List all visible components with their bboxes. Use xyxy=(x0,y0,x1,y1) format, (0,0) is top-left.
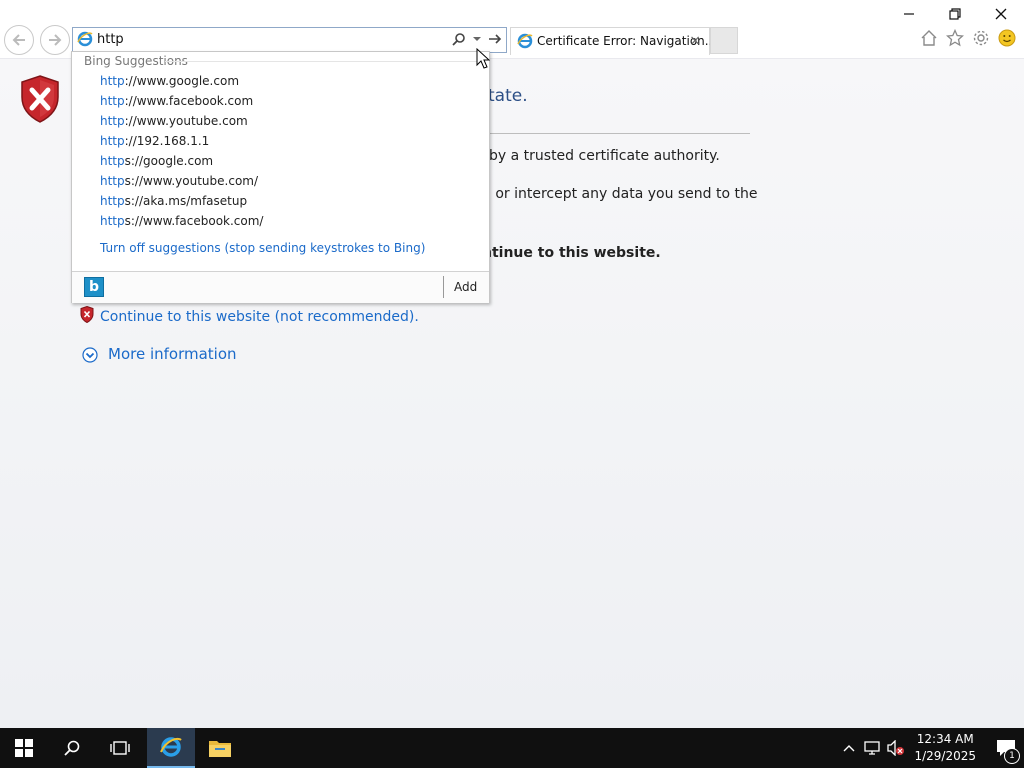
suggestion-rest: ://192.168.1.1 xyxy=(124,134,210,148)
file-explorer-taskbar-button[interactable] xyxy=(196,728,244,768)
window-controls xyxy=(886,0,1024,28)
clock[interactable]: 12:34 AM 1/29/2025 xyxy=(914,731,976,765)
suggestions-header-divider xyxy=(165,61,485,62)
search-taskbar-button[interactable] xyxy=(48,728,96,768)
suggestion-item[interactable]: https://aka.ms/mfasetup xyxy=(100,194,247,208)
action-center-button[interactable]: 1 xyxy=(988,728,1024,768)
suggestion-item[interactable]: https://www.facebook.com/ xyxy=(100,214,263,228)
error-shield-icon xyxy=(20,75,60,127)
ie-tab-icon xyxy=(517,33,533,53)
suggestion-rest: s://www.youtube.com/ xyxy=(124,174,259,188)
suggestion-match: http xyxy=(100,174,125,188)
forward-arrow-icon xyxy=(49,34,62,46)
suggestion-match: http xyxy=(100,114,125,128)
small-shield-icon xyxy=(80,305,94,327)
show-hidden-icons-chevron-icon[interactable] xyxy=(838,744,860,752)
network-icon[interactable] xyxy=(860,741,884,755)
back-button[interactable] xyxy=(4,25,34,55)
suggestion-item[interactable]: https://google.com xyxy=(100,154,213,168)
add-provider-button[interactable]: Add xyxy=(454,280,477,294)
start-button[interactable] xyxy=(0,728,48,768)
page-text-line-1: by a trusted certificate authority. xyxy=(489,148,720,164)
close-button[interactable] xyxy=(978,0,1024,28)
notification-count-badge: 1 xyxy=(1004,748,1020,764)
home-icon[interactable] xyxy=(920,29,938,47)
back-arrow-icon xyxy=(12,34,25,46)
suggestion-match: http xyxy=(100,154,125,168)
suggestion-match: http xyxy=(100,214,125,228)
suggestion-rest: s://google.com xyxy=(124,154,214,168)
volume-muted-icon[interactable] xyxy=(884,740,908,756)
continue-to-website-link[interactable]: Continue to this website (not recommende… xyxy=(100,309,419,325)
chevron-down-icon[interactable] xyxy=(472,34,482,44)
ie-page-icon xyxy=(77,31,93,51)
suggestion-rest: ://www.facebook.com xyxy=(124,94,254,108)
taskbar: 12:34 AM 1/29/2025 1 xyxy=(0,728,1024,768)
feedback-smiley-icon[interactable] xyxy=(998,29,1016,47)
suggestion-rest: s://aka.ms/mfasetup xyxy=(124,194,248,208)
suggestion-rest: ://www.youtube.com xyxy=(124,114,248,128)
suggestion-match: http xyxy=(100,134,125,148)
title-divider xyxy=(488,133,750,134)
clock-time: 12:34 AM xyxy=(916,732,974,746)
folder-icon xyxy=(209,741,231,757)
windows-logo-icon xyxy=(15,739,33,757)
clock-date: 1/29/2025 xyxy=(914,749,976,763)
suggestion-item[interactable]: http://www.facebook.com xyxy=(100,94,253,108)
system-tray: 12:34 AM 1/29/2025 1 xyxy=(838,728,1024,768)
suggestion-rest: s://www.facebook.com/ xyxy=(124,214,264,228)
address-bar[interactable]: http xyxy=(72,27,507,53)
suggestion-item[interactable]: http://www.youtube.com xyxy=(100,114,248,128)
favorites-star-icon[interactable] xyxy=(946,29,964,47)
page-title-fragment: tate. xyxy=(488,86,528,106)
suggestion-match: http xyxy=(100,194,125,208)
more-information-link[interactable]: More information xyxy=(108,345,237,363)
browser-chrome: http Certificate Error: Navigation... × xyxy=(0,0,1024,58)
page-text-line-3: ntinue to this website. xyxy=(482,245,661,261)
browser-tools xyxy=(920,29,1016,47)
suggestions-dropdown: Bing Suggestions http://www.google.com h… xyxy=(71,51,490,303)
page-text-line-2: u or intercept any data you send to the xyxy=(482,186,758,202)
suggestion-item[interactable]: https://www.youtube.com/ xyxy=(100,174,258,188)
search-icon xyxy=(64,740,80,756)
add-separator xyxy=(443,276,444,298)
task-view-icon xyxy=(110,741,130,755)
suggestion-match: http xyxy=(100,94,125,108)
restore-button[interactable] xyxy=(932,0,978,28)
go-arrow-icon[interactable] xyxy=(488,32,502,46)
mouse-cursor-icon xyxy=(476,47,491,74)
expand-circle-icon[interactable] xyxy=(82,347,98,367)
turn-off-suggestions-link[interactable]: Turn off suggestions (stop sending keyst… xyxy=(100,241,425,255)
suggestion-item[interactable]: http://192.168.1.1 xyxy=(100,134,209,148)
search-icon[interactable] xyxy=(452,32,466,46)
gear-icon[interactable] xyxy=(972,29,990,47)
suggestion-rest: ://www.google.com xyxy=(124,74,240,88)
task-view-button[interactable] xyxy=(96,728,144,768)
address-input[interactable]: http xyxy=(97,32,124,47)
tab-close-icon[interactable]: × xyxy=(689,33,701,49)
suggestion-match: http xyxy=(100,74,125,88)
bing-provider-icon[interactable]: b xyxy=(84,277,104,297)
internet-explorer-taskbar-button[interactable] xyxy=(147,728,195,768)
forward-button[interactable] xyxy=(40,25,70,55)
minimize-button[interactable] xyxy=(886,0,932,28)
ie-logo-icon xyxy=(160,737,182,757)
suggestion-item[interactable]: http://www.google.com xyxy=(100,74,239,88)
new-tab-button[interactable] xyxy=(710,27,738,54)
tab-certificate-error[interactable]: Certificate Error: Navigation... × xyxy=(510,27,716,55)
search-provider-bar: b Add xyxy=(72,271,489,303)
